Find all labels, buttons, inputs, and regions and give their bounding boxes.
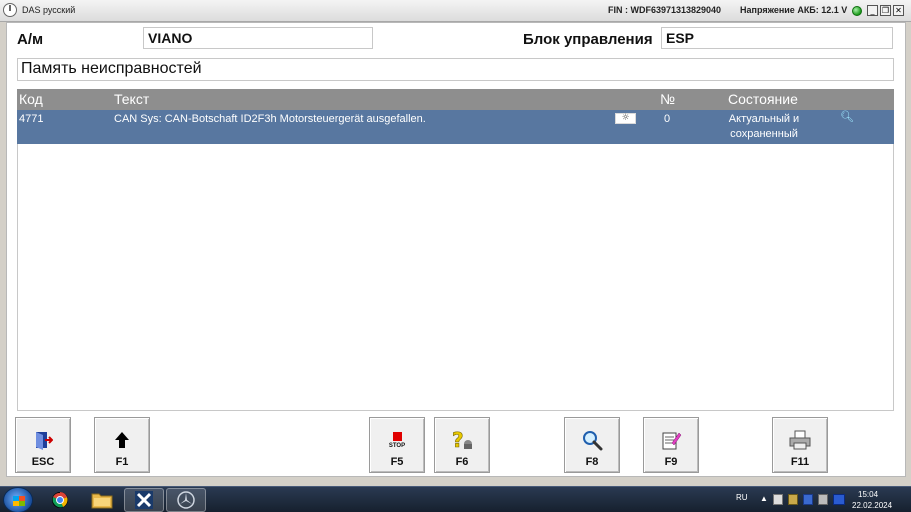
fault-list-area [17,144,894,411]
fault-text: CAN Sys: CAN-Botschaft ID2F3h Motorsteue… [114,113,426,125]
f1-button[interactable]: F1 [94,417,150,473]
f8-button[interactable]: F8 [564,417,620,473]
svg-text:?: ? [452,429,464,451]
f6-label: F6 [455,456,469,468]
explorer-taskbar-button[interactable] [82,488,122,512]
magnifier-icon [565,428,619,452]
language-indicator[interactable]: RU [736,493,748,502]
vehicle-label: А/м [17,31,44,48]
control-unit-label: Блок управления [523,31,653,48]
mercedes-taskbar-button[interactable] [166,488,206,512]
sun-icon[interactable]: ☼ [615,113,636,124]
esc-label: ESC [31,456,55,468]
mercedes-star-icon [177,491,195,509]
f1-label: F1 [115,456,129,468]
battery-icon[interactable] [818,494,828,505]
battery-status-icon [852,6,862,16]
magnifier-icon[interactable]: 🔍︎ [840,111,854,123]
f9-label: F9 [664,456,678,468]
das-xentry-icon [135,491,153,509]
fault-table-header: Код Текст № Состояние [17,89,894,110]
f11-label: F11 [790,456,810,468]
show-hidden-icons-icon[interactable]: ▲ [760,494,768,503]
exit-door-icon [16,428,70,452]
fault-row[interactable]: 4771 CAN Sys: CAN-Botschaft ID2F3h Motor… [17,110,894,144]
mercedes-star-icon [3,3,17,17]
up-arrow-icon [95,428,149,452]
notepad-icon [644,428,698,452]
f9-button[interactable]: F9 [643,417,699,473]
f5-button[interactable]: STOP F5 [369,417,425,473]
battery-voltage: Напряжение АКБ: 12.1 V [740,5,848,15]
file-explorer-icon [91,493,113,509]
das-application: DAS русский FIN : WDF63971313829040 Напр… [0,0,911,512]
minimize-button[interactable]: _ [867,5,878,16]
printer-icon [773,428,827,452]
windows-logo-icon [13,496,25,506]
f6-button[interactable]: ? F6 [434,417,490,473]
main-panel: А/м VIANO Блок управления ESP Память неи… [6,22,906,477]
f5-label: F5 [390,456,404,468]
vehicle-field: VIANO [143,27,373,49]
sync-icon[interactable] [803,494,813,505]
fault-status-line1: Актуальный и [728,113,800,125]
clock-time[interactable]: 15:04 [858,490,878,499]
start-button[interactable] [3,487,33,512]
control-unit-field: ESP [661,27,893,49]
window-title: DAS русский [22,5,76,15]
windows-taskbar: RU ▲ 15:04 22.02.2024 [0,486,911,512]
column-text: Текст [114,91,150,107]
column-status: Состояние [728,91,798,107]
device-icon[interactable] [773,494,783,505]
column-code: Код [19,91,43,107]
chrome-taskbar-button[interactable] [40,488,80,512]
help-question-icon: ? [435,428,489,452]
fault-status-line2: сохраненный [730,128,798,140]
chrome-icon [52,492,68,508]
fault-number: 0 [664,113,671,125]
column-number: № [660,91,676,107]
esc-button[interactable]: ESC [15,417,71,473]
fault-code: 4771 [19,113,44,125]
stop-icon-text: STOP [388,442,406,449]
f11-button[interactable]: F11 [772,417,828,473]
title-bar: DAS русский FIN : WDF63971313829040 Напр… [0,0,911,22]
network-icon[interactable] [788,494,798,505]
stop-icon: STOP [370,428,424,452]
f8-label: F8 [585,456,599,468]
section-title: Память неисправностей [17,58,894,81]
restore-button[interactable]: ❐ [880,5,891,16]
das-taskbar-button[interactable] [124,488,164,512]
close-button[interactable]: ✕ [893,5,904,16]
clock-date[interactable]: 22.02.2024 [852,501,892,510]
badge-icon[interactable] [833,494,845,505]
fin-number: FIN : WDF63971313829040 [608,5,722,15]
